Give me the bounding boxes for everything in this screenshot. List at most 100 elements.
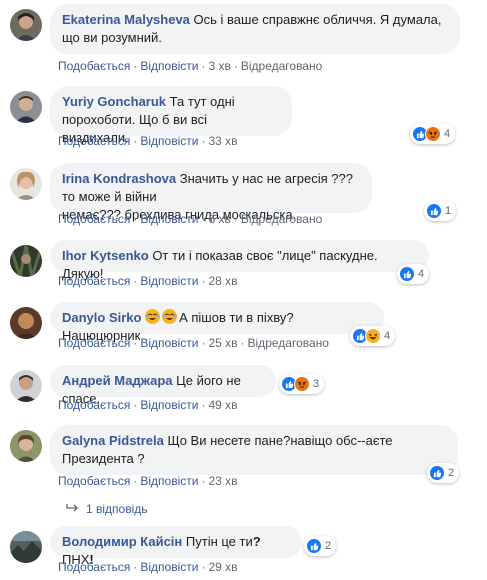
reaction-count: 4	[384, 330, 391, 342]
comment-bubble: Yuriy Goncharuk Та тут одні порохоботи. …	[50, 86, 292, 145]
laughing-emoji-icon	[162, 309, 178, 324]
timestamp[interactable]: 49 хв	[208, 398, 237, 412]
separator: ·	[201, 474, 206, 488]
reply-button[interactable]: Відповісти	[140, 336, 198, 350]
author-name[interactable]: Irina Kondrashova	[62, 171, 176, 186]
reply-button[interactable]: Відповісти	[140, 474, 198, 488]
avatar[interactable]	[10, 91, 42, 123]
like-icon	[306, 538, 322, 554]
reactions-summary[interactable]: 2	[427, 463, 460, 483]
reactions-summary[interactable]: 4	[397, 264, 430, 284]
separator: ·	[201, 274, 206, 288]
comment-actions: Подобається · Відповісти · 6 хв · Відредагован…	[58, 212, 322, 226]
comment-text: Ось і ваше справжнє обличчя. Я думала,	[193, 12, 442, 27]
comment-actions: Подобається · Відповісти · 23 хв	[58, 474, 238, 488]
comment-bubble: Ekaterina Malysheva Ось і ваше справжнє …	[50, 4, 460, 54]
author-name[interactable]: Володимир Кайсін	[62, 534, 182, 549]
reactions-summary[interactable]: 1	[424, 201, 457, 221]
like-button[interactable]: Подобається	[58, 474, 130, 488]
avatar[interactable]	[10, 168, 42, 200]
comment-actions: Подобається · Відповісти · 28 хв	[58, 274, 238, 288]
avatar[interactable]	[10, 245, 42, 277]
avatar[interactable]	[10, 307, 42, 339]
laughing-emoji-icon	[145, 309, 161, 324]
author-name[interactable]: Yuriy Goncharuk	[62, 94, 166, 109]
comment-bubble: Danylo Sirko А пішов ти в піхву? Нацюцюр…	[50, 302, 384, 343]
view-replies-link[interactable]: 1 відповідь	[66, 502, 148, 516]
author-name[interactable]: Danylo Sirko	[62, 310, 141, 325]
like-button[interactable]: Подобається	[58, 59, 130, 73]
timestamp[interactable]: 28 хв	[208, 274, 237, 288]
like-button[interactable]: Подобається	[58, 134, 130, 148]
separator: ·	[133, 560, 138, 574]
angry-icon	[425, 126, 441, 142]
separator: ·	[133, 398, 138, 412]
comment-actions: Подобається · Відповісти · 33 хв	[58, 134, 238, 148]
avatar[interactable]	[10, 370, 42, 402]
timestamp[interactable]: 3 хв	[208, 59, 230, 73]
comments-list: Ekaterina Malysheva Ось і ваше справжнє …	[0, 0, 487, 580]
comment-bubble: Андрей Маджара Це його не спасе.	[50, 365, 276, 406]
author-name[interactable]: Андрей Маджара	[62, 373, 173, 388]
like-icon	[426, 203, 442, 219]
comment-bubble: Ihor Kytsenko От ти і показав своє "лице…	[50, 240, 429, 281]
replies-count-label[interactable]: 1 відповідь	[86, 502, 148, 516]
separator: ·	[133, 474, 138, 488]
reply-button[interactable]: Відповісти	[140, 274, 198, 288]
like-icon	[429, 465, 445, 481]
reaction-count: 4	[418, 268, 425, 280]
comment-text: Путін це ти	[185, 534, 253, 549]
question-icon: ?	[252, 534, 261, 549]
comment-bubble: Irina Kondrashova Значить у нас не агрес…	[50, 163, 372, 222]
reply-arrow-icon	[66, 502, 80, 516]
reaction-count: 2	[325, 540, 332, 552]
reactions-summary[interactable]: 4	[350, 326, 396, 346]
reactions-summary[interactable]: 2	[304, 536, 337, 556]
comment-actions: Подобається · Відповісти · 29 хв	[58, 560, 238, 574]
reply-button[interactable]: Відповісти	[140, 134, 198, 148]
separator: ·	[201, 398, 206, 412]
comment-actions: Подобається · Відповісти · 25 хв · Відредагова…	[58, 336, 329, 350]
timestamp[interactable]: 29 хв	[208, 560, 237, 574]
comment-text: що ви розумний.	[62, 30, 162, 45]
reply-button[interactable]: Відповісти	[140, 398, 198, 412]
reply-button[interactable]: Відповісти	[140, 59, 198, 73]
timestamp[interactable]: 25 хв	[208, 336, 237, 350]
like-button[interactable]: Подобається	[58, 274, 130, 288]
like-button[interactable]: Подобається	[58, 560, 130, 574]
angry-icon	[294, 376, 310, 392]
comment-actions: Подобається · Відповісти · 49 хв	[58, 398, 238, 412]
author-name[interactable]: Ekaterina Malysheva	[62, 12, 190, 27]
separator: ·	[201, 212, 206, 226]
edited-label[interactable]: Відредаговано	[241, 212, 322, 226]
reactions-summary[interactable]: 3	[279, 374, 325, 394]
edited-label[interactable]: Відредаговано	[241, 59, 322, 73]
separator: ·	[133, 59, 138, 73]
separator: ·	[201, 336, 206, 350]
separator: ·	[201, 59, 206, 73]
author-name[interactable]: Ihor Kytsenko	[62, 248, 149, 263]
comment-text: Президента ?	[62, 451, 145, 466]
comment-bubble: Galyna Pidstrela Що Ви несете пане?навіщ…	[50, 425, 458, 475]
author-name[interactable]: Galyna Pidstrela	[62, 433, 164, 448]
like-button[interactable]: Подобається	[58, 336, 130, 350]
comment-bubble: Володимир Кайсін Путін це ти? ПНХ!	[50, 526, 302, 567]
comment-actions: Подобається · Відповісти · 3 хв · Відредагован…	[58, 59, 322, 73]
avatar[interactable]	[10, 9, 42, 41]
separator: ·	[133, 134, 138, 148]
separator: ·	[240, 336, 245, 350]
timestamp[interactable]: 6 хв	[208, 212, 230, 226]
timestamp[interactable]: 23 хв	[208, 474, 237, 488]
timestamp[interactable]: 33 хв	[208, 134, 237, 148]
separator: ·	[133, 336, 138, 350]
reactions-summary[interactable]: 4	[410, 124, 456, 144]
edited-label[interactable]: Відредаговано	[248, 336, 329, 350]
like-button[interactable]: Подобається	[58, 398, 130, 412]
avatar[interactable]	[10, 531, 42, 563]
reaction-count: 1	[445, 205, 452, 217]
separator: ·	[233, 59, 238, 73]
reply-button[interactable]: Відповісти	[140, 560, 198, 574]
reply-button[interactable]: Відповісти	[140, 212, 198, 226]
avatar[interactable]	[10, 430, 42, 462]
like-button[interactable]: Подобається	[58, 212, 130, 226]
